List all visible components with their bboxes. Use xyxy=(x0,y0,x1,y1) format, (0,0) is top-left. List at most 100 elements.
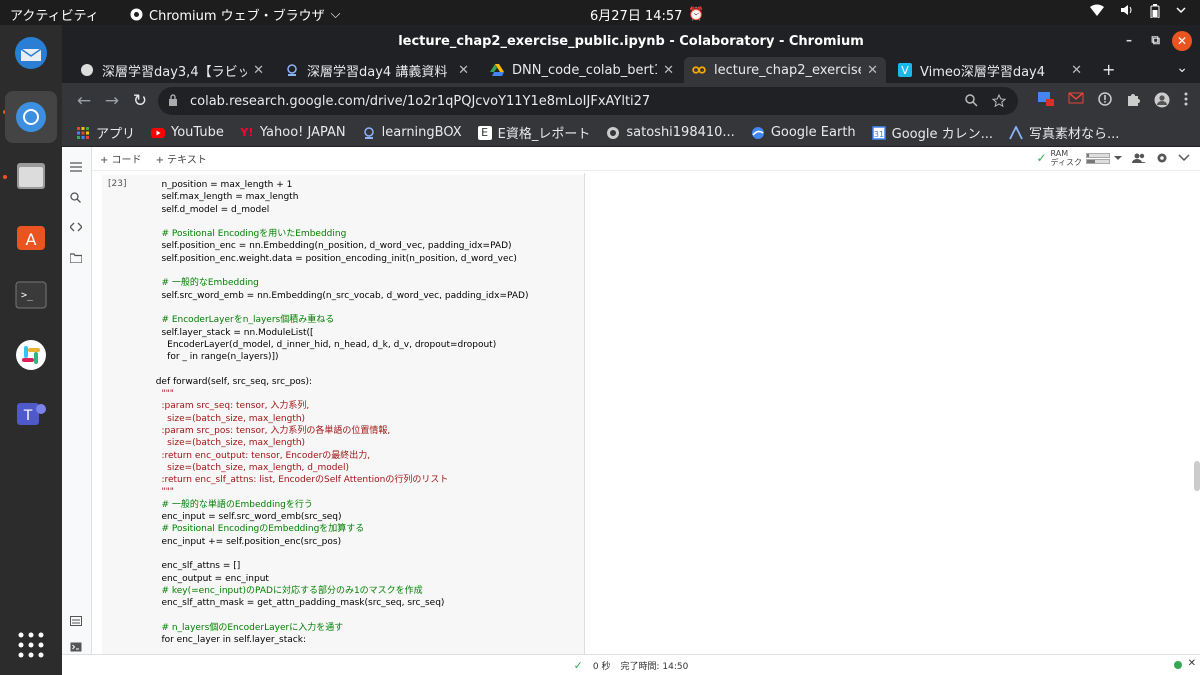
add-code-button[interactable]: + コード xyxy=(100,151,142,166)
minimize-button[interactable]: – xyxy=(1126,33,1132,47)
bookmark-satoshi[interactable]: satoshi198410... xyxy=(606,125,735,140)
new-tab-button[interactable]: + xyxy=(1102,60,1115,79)
runtime-status-dot xyxy=(1174,661,1182,669)
svg-text:T: T xyxy=(23,408,33,424)
alarm-icon: ⏰ xyxy=(688,7,705,22)
execution-check-icon: ✓ xyxy=(573,658,583,672)
tab-label: lecture_chap2_exercise_ xyxy=(714,62,862,78)
terminal-icon[interactable]: >_ xyxy=(11,275,51,315)
tab-close-icon[interactable]: ✕ xyxy=(253,63,264,78)
chrome-menu-icon[interactable] xyxy=(1184,92,1188,106)
power-menu-chevron-icon xyxy=(1176,7,1186,14)
bookmarks-bar: アプリ YouTube Y! Yahoo! JAPAN learningBOX E… xyxy=(62,119,1200,147)
teams-icon[interactable]: T xyxy=(11,395,51,435)
battery-icon xyxy=(1150,4,1160,18)
calendar-icon: 31 xyxy=(871,125,886,140)
system-tray[interactable] xyxy=(1090,4,1186,18)
code-line: :return enc_output: tensor, Encoderの最終出力… xyxy=(150,450,371,461)
gmail-icon[interactable] xyxy=(1068,92,1084,104)
back-button[interactable]: ← xyxy=(70,91,98,111)
bookmark-apps[interactable]: アプリ xyxy=(76,123,135,142)
youtube-icon xyxy=(151,126,166,140)
bookmark-google-earth[interactable]: Google Earth xyxy=(751,125,856,140)
files-folder-icon[interactable] xyxy=(69,252,83,266)
clock[interactable]: 6月27日 14:57 ⏰ xyxy=(590,5,705,24)
tab-vimeo-day4[interactable]: V Vimeo深層学習day4 ✕ xyxy=(890,57,1090,83)
scrollbar-thumb[interactable] xyxy=(1194,461,1200,491)
forward-button[interactable]: → xyxy=(98,91,126,111)
extensions-puzzle-icon[interactable] xyxy=(1126,92,1140,106)
bookmark-photo-material[interactable]: 写真素材なら... xyxy=(1009,123,1119,142)
bookmark-yahoo[interactable]: Y! Yahoo! JAPAN xyxy=(240,125,345,140)
slack-icon[interactable] xyxy=(11,335,51,375)
svg-text:A: A xyxy=(26,230,37,249)
thunderbird-icon[interactable] xyxy=(11,33,51,73)
code-line: size=(batch_size, max_length) xyxy=(150,413,306,424)
code-line: self.max_length = max_length xyxy=(150,192,299,203)
code-snippets-icon[interactable] xyxy=(69,221,83,235)
rabbit-favicon-icon xyxy=(80,63,94,77)
files-icon[interactable] xyxy=(11,155,51,195)
code-editor[interactable]: n_position = max_length + 1 self.max_len… xyxy=(150,179,529,646)
search-icon[interactable] xyxy=(70,192,81,206)
bookmark-google-calendar[interactable]: 31 Google カレン... xyxy=(871,123,993,142)
code-line: self.src_word_emb = nn.Embedding(n_src_v… xyxy=(150,290,529,301)
tab-day4-materials[interactable]: 深層学習day4 講義資料 ✕ xyxy=(277,57,477,83)
tab-day34[interactable]: 深層学習day3,4【ラビッ ✕ xyxy=(72,57,272,83)
info-extension-icon[interactable] xyxy=(1098,92,1112,106)
chromium-icon xyxy=(130,8,143,21)
toc-list-icon[interactable] xyxy=(70,161,82,175)
chevron-down-icon[interactable] xyxy=(1114,155,1122,161)
bookmark-e-report[interactable]: E E資格_レポート xyxy=(477,123,590,142)
yahoo-icon: Y! xyxy=(240,126,254,139)
code-cell[interactable]: [23] n_position = max_length + 1 self.ma… xyxy=(102,175,584,655)
reload-button[interactable]: ↻ xyxy=(126,91,154,111)
code-line: enc_slf_attns = [] xyxy=(150,561,241,572)
tab-search-button[interactable]: ⌄ xyxy=(1176,60,1188,76)
tab-dnn-code[interactable]: DNN_code_colab_bert1b ✕ xyxy=(482,57,682,83)
code-line: self.position_enc.weight.data = position… xyxy=(150,253,517,264)
execution-duration: 0 秒 xyxy=(592,661,611,672)
vimeo-favicon-icon: V xyxy=(898,63,912,77)
show-apps-grid-icon[interactable] xyxy=(11,625,51,665)
bookmark-youtube[interactable]: YouTube xyxy=(151,125,224,140)
command-palette-icon[interactable] xyxy=(70,615,82,629)
extension-badge-icon[interactable] xyxy=(1038,92,1054,106)
software-store-icon[interactable]: A xyxy=(11,215,51,255)
activities-button[interactable]: アクティビティ xyxy=(10,5,99,24)
add-text-button[interactable]: + テキスト xyxy=(156,151,207,166)
zoom-search-icon[interactable] xyxy=(965,94,978,107)
url-text: colab.research.google.com/drive/1o2r1qPQ… xyxy=(190,93,651,109)
code-line: size=(batch_size, max_length) xyxy=(150,438,306,449)
tab-close-icon[interactable]: ✕ xyxy=(1071,63,1082,78)
share-people-icon[interactable] xyxy=(1132,152,1146,164)
chromium-dock-icon[interactable] xyxy=(5,91,57,143)
system-top-bar: アクティビティ Chromium ウェブ・ブラウザ ⌵ 6月27日 14:57 … xyxy=(0,0,1200,25)
code-line: :return enc_slf_attns: list, EncoderのSel… xyxy=(150,475,449,486)
profile-avatar-icon[interactable] xyxy=(1154,92,1170,108)
tab-close-icon[interactable]: ✕ xyxy=(458,63,469,78)
tab-lecture-chap2[interactable]: lecture_chap2_exercise_ ✕ xyxy=(684,57,886,83)
close-status-icon[interactable]: ✕ xyxy=(1188,658,1196,669)
resources-indicator[interactable]: ✓ RAM ディスク xyxy=(1036,149,1122,167)
bookmark-star-icon[interactable] xyxy=(992,94,1006,108)
lock-icon[interactable] xyxy=(168,93,190,109)
window-titlebar[interactable]: lecture_chap2_exercise_public.ipynb - Co… xyxy=(62,25,1200,57)
address-bar[interactable]: colab.research.google.com/drive/1o2r1qPQ… xyxy=(158,87,1018,115)
app-menu[interactable]: Chromium ウェブ・ブラウザ ⌵ xyxy=(130,5,341,24)
tab-close-icon[interactable]: ✕ xyxy=(867,63,878,78)
maximize-button[interactable]: ⧉ xyxy=(1151,33,1160,48)
collapse-chevron-icon[interactable] xyxy=(1178,154,1190,162)
close-window-button[interactable]: ✕ xyxy=(1172,31,1192,51)
tab-close-icon[interactable]: ✕ xyxy=(663,63,674,78)
code-line: self.position_enc = nn.Embedding(n_posit… xyxy=(150,241,512,252)
terminal-panel-icon[interactable] xyxy=(70,641,82,655)
code-line: # 一般的な単語のEmbeddingを行う xyxy=(150,499,313,510)
window-title: lecture_chap2_exercise_public.ipynb - Co… xyxy=(398,33,864,49)
tab-label: 深層学習day4 講義資料 xyxy=(307,64,448,80)
bookmark-learningbox[interactable]: learningBOX xyxy=(362,125,462,140)
gear-icon[interactable] xyxy=(1156,152,1168,164)
code-line: self.layer_stack = nn.ModuleList([ xyxy=(150,327,314,338)
